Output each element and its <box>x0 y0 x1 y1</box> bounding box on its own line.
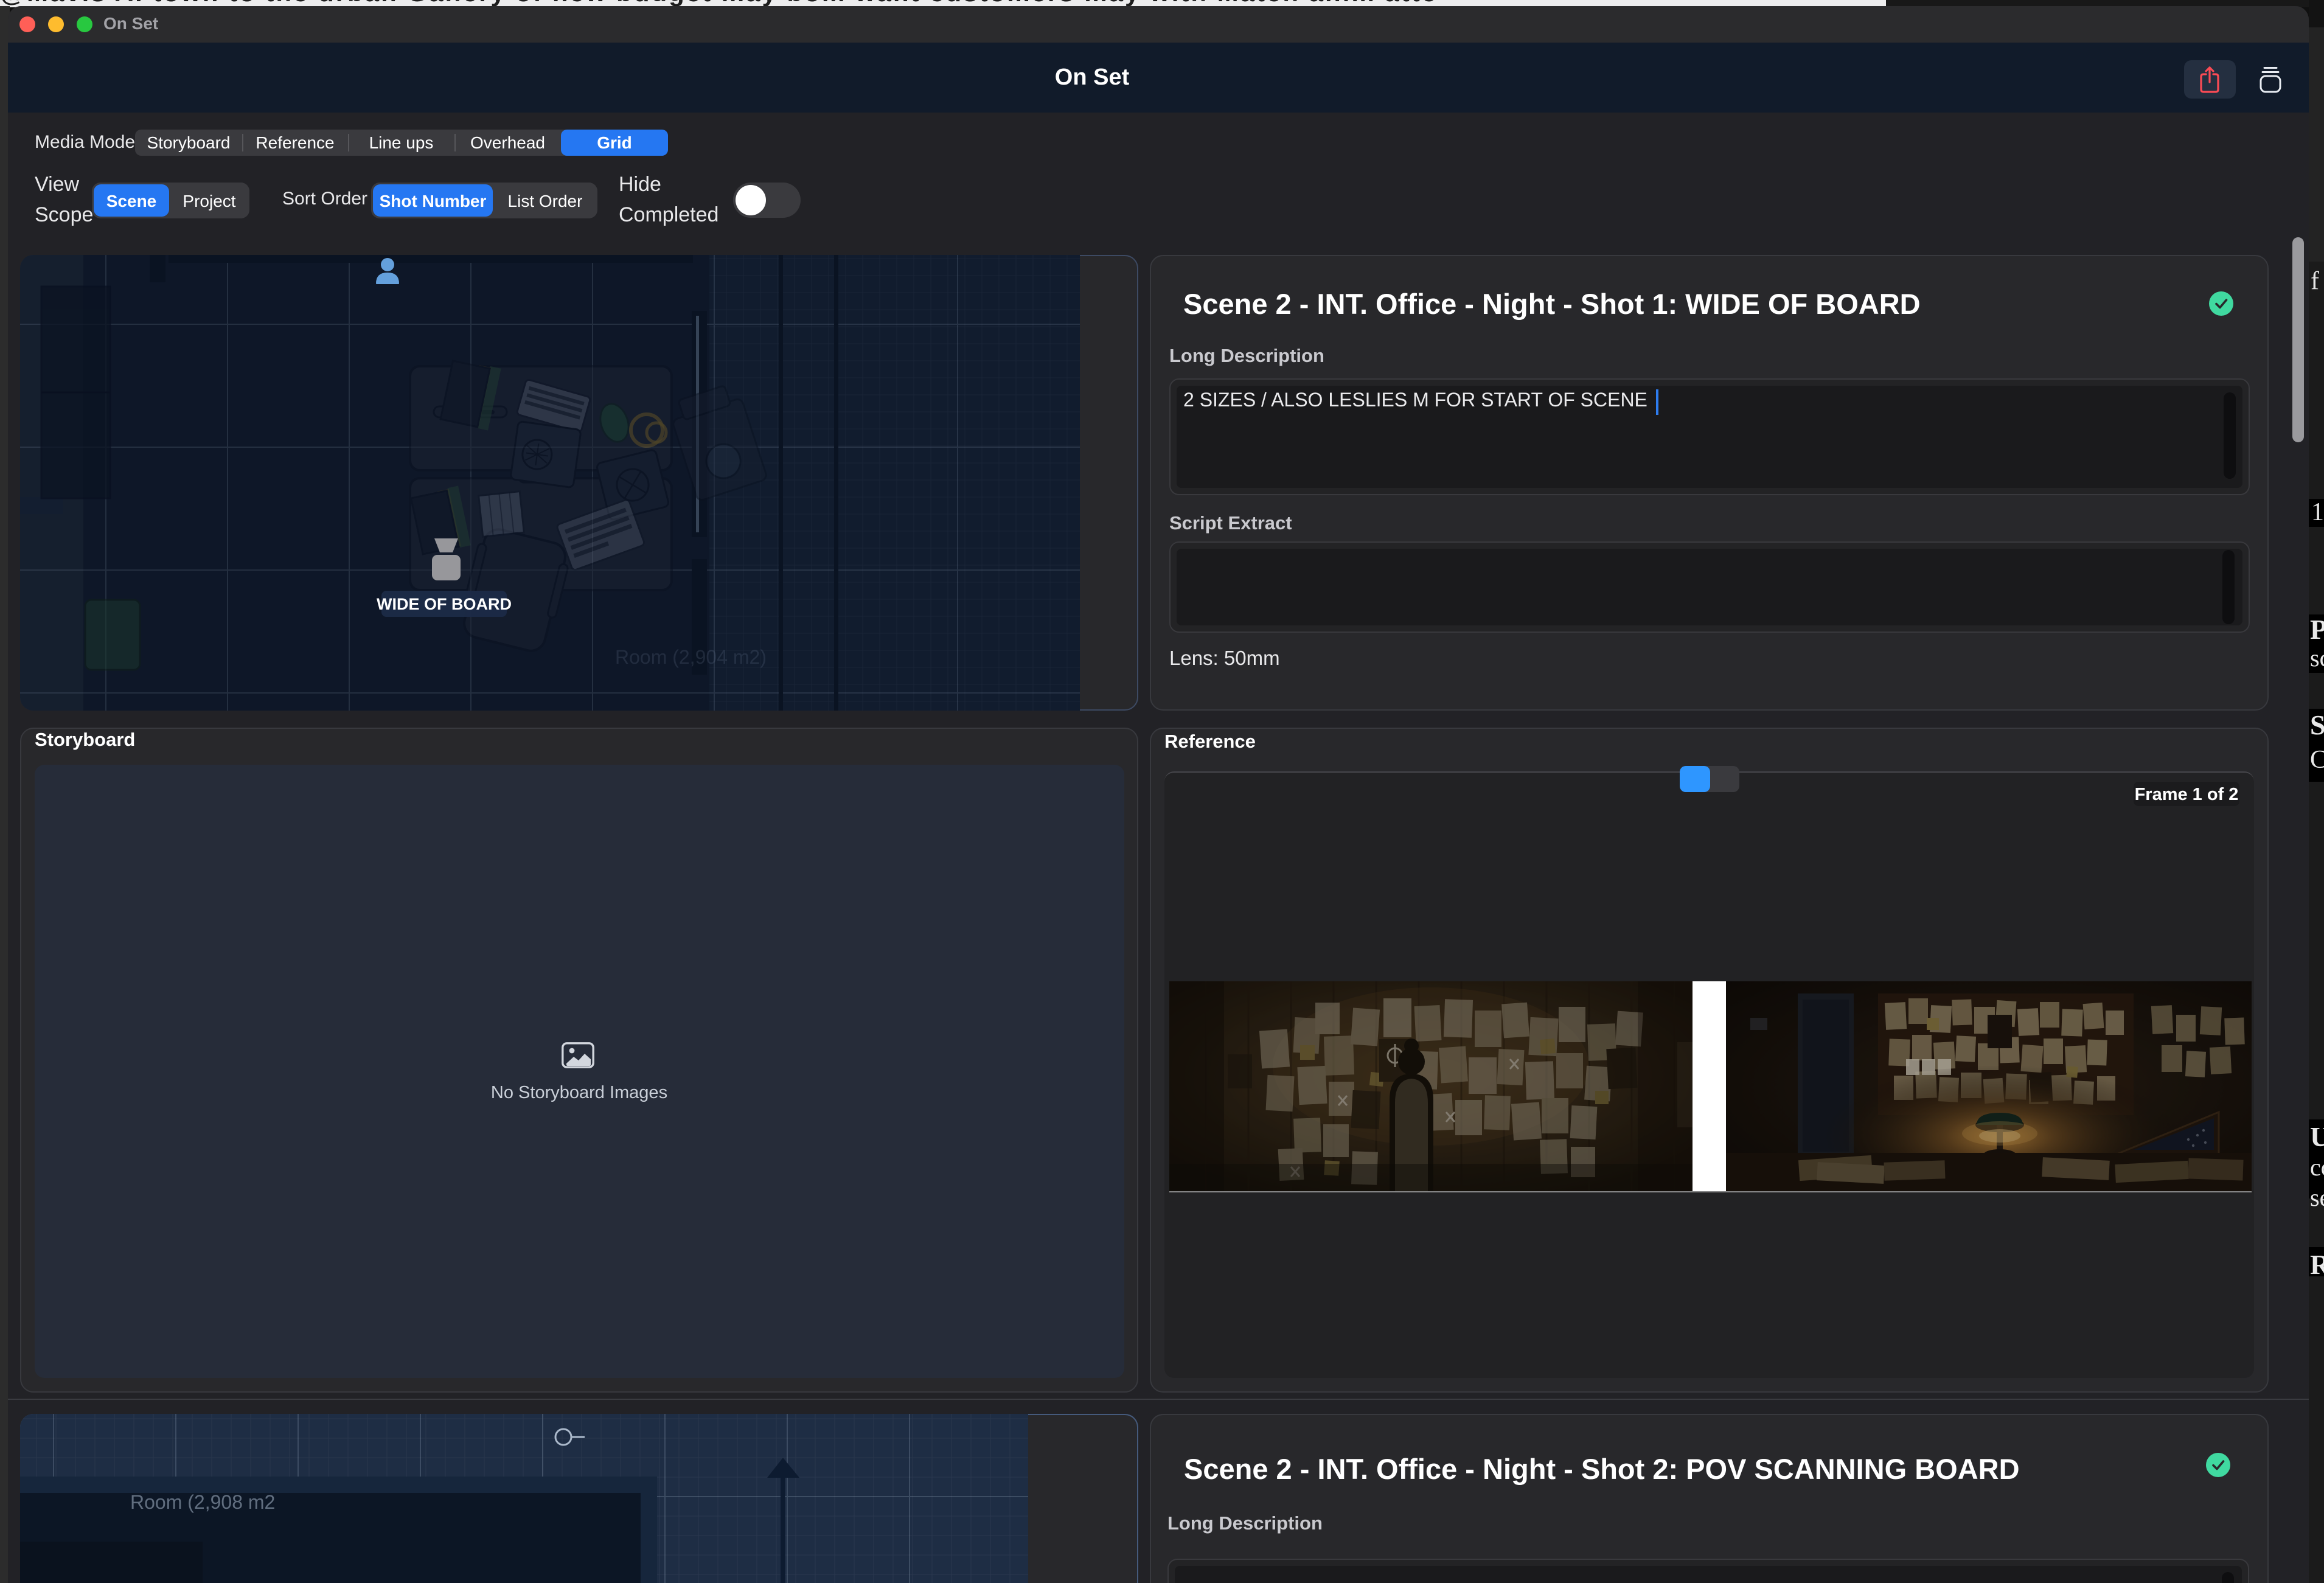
svg-text:Room (2,908 m2: Room (2,908 m2 <box>130 1491 275 1513</box>
svg-text:WIDE OF BOARD: WIDE OF BOARD <box>377 595 512 613</box>
svg-text:Room (2,904 m2): Room (2,904 m2) <box>615 646 767 668</box>
